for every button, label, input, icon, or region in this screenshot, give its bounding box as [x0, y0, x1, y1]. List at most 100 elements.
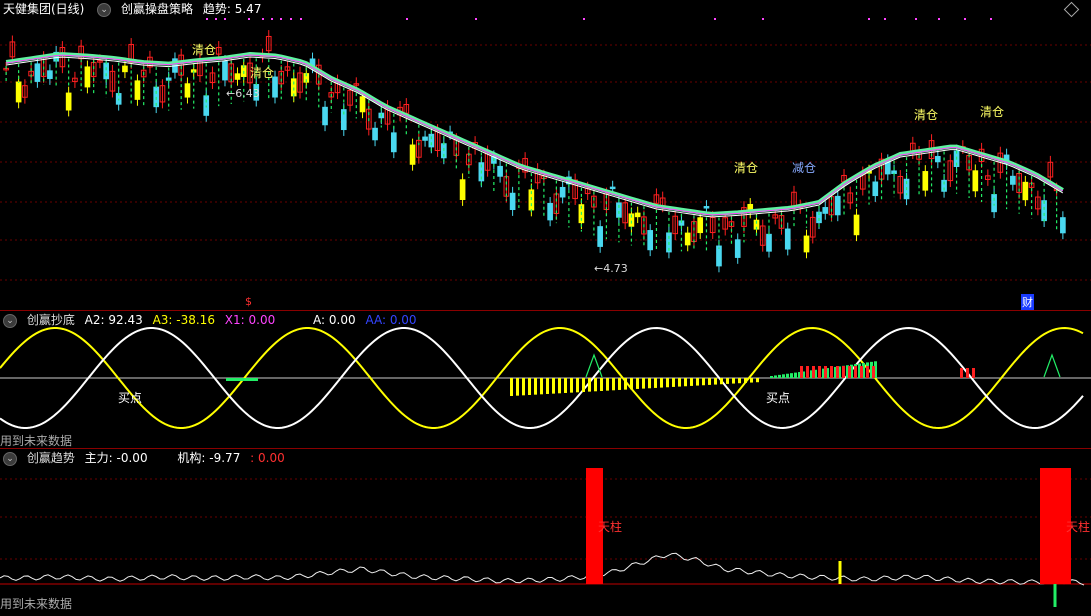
candle-body	[84, 66, 91, 88]
trend-settings-icon[interactable]: ⌄	[3, 451, 17, 466]
stock-title[interactable]: 天健集团(日线)	[3, 2, 84, 16]
signal-dot	[300, 18, 302, 20]
reduce-label: 减仓	[792, 161, 817, 175]
signal-dot	[938, 18, 940, 20]
candle-body	[734, 239, 741, 258]
candle-body	[509, 192, 516, 210]
osc-yellow-bar	[666, 378, 669, 388]
candle-body	[497, 165, 503, 177]
osc-yellow-bar	[630, 378, 633, 390]
osc-yellow-bar	[624, 378, 627, 390]
osc-yellow-bar	[558, 378, 561, 394]
candle-body	[184, 83, 191, 98]
osc-yellow-bar	[732, 378, 735, 384]
osc-green-bar	[778, 374, 781, 378]
osc-name[interactable]: 创赢抄底	[27, 313, 75, 327]
signal-dot	[475, 18, 477, 20]
candle-body	[234, 73, 241, 80]
osc-settings-icon[interactable]: ⌄	[3, 313, 17, 328]
osc-yellow-bar	[708, 378, 711, 385]
signal-dot	[224, 18, 226, 20]
osc-yellow-bar	[642, 378, 645, 389]
osc-yellow-bar	[564, 378, 567, 393]
indicator-name[interactable]: 创赢操盘策略	[121, 2, 193, 16]
trend-jigou: 机构: -9.77	[177, 451, 241, 465]
candle-body	[65, 92, 72, 111]
osc-red-bar	[848, 366, 851, 378]
osc-yellow-bar	[534, 378, 537, 395]
candle-body	[822, 207, 829, 214]
osc-red-bar	[806, 366, 809, 378]
osc-yellow-bar	[684, 378, 687, 387]
osc-green-bar	[770, 376, 773, 378]
trend-zhuli: 主力: -0.00	[84, 451, 148, 465]
candle-body	[634, 212, 641, 218]
indicator-settings-icon[interactable]: ⌄	[97, 2, 112, 17]
trend-name[interactable]: 创赢趋势	[27, 451, 75, 465]
osc-a3: A3: -38.16	[152, 313, 215, 327]
signal-dot	[280, 18, 282, 20]
osc-yellow-bar	[756, 378, 759, 383]
osc-red-bar	[972, 368, 975, 378]
signal-dot	[583, 18, 585, 20]
osc-yellow-bar	[522, 378, 525, 396]
clear-label-4: 清仓	[914, 108, 939, 122]
osc-chart-svg	[0, 327, 1091, 429]
osc-yellow-bar	[714, 378, 717, 385]
s-marker: $	[245, 295, 252, 308]
signal-dot	[884, 18, 886, 20]
osc-yellow-bar	[612, 378, 615, 391]
osc-yellow-bar	[672, 378, 675, 387]
osc-yellow-bar	[654, 378, 657, 388]
osc-red-bar	[966, 368, 969, 378]
candle-body	[134, 80, 141, 100]
candle-body	[290, 78, 297, 97]
osc-red-bar	[818, 366, 821, 378]
trend-pane: ⌄ 创赢趋势 主力: -0.00 机构: -9.77 : 0.00 天柱 天柱 …	[0, 449, 1091, 616]
clear-label-5: 清仓	[980, 105, 1005, 119]
candle-body	[422, 136, 428, 141]
osc-yellow-bar	[540, 378, 543, 395]
osc-future-note: 用到未来数据	[0, 434, 73, 448]
candle-body	[716, 245, 722, 267]
signal-dot	[762, 18, 764, 20]
cai-marker: 财	[1021, 294, 1034, 310]
osc-header: ⌄ 创赢抄底 A2: 92.43 A3: -38.16 X1: 0.00 A: …	[0, 311, 423, 329]
osc-green-bar	[794, 372, 797, 378]
trend-header: ⌄ 创赢趋势 主力: -0.00 机构: -9.77 : 0.00	[0, 449, 291, 467]
osc-yellow-bar	[510, 378, 513, 396]
osc-triangle	[585, 353, 603, 378]
osc-red-bar	[960, 368, 963, 378]
candle-body	[972, 170, 979, 192]
signal-dot	[248, 18, 250, 20]
signal-dot	[271, 18, 273, 20]
candle-body	[372, 127, 378, 141]
osc-yellow-bar	[528, 378, 531, 395]
osc-pane: ⌄ 创赢抄底 A2: 92.43 A3: -38.16 X1: 0.00 A: …	[0, 311, 1091, 448]
osc-yellow-bar	[552, 378, 555, 394]
candle-body	[222, 60, 228, 81]
candle-body	[547, 202, 553, 221]
osc-yellow-bar	[744, 378, 747, 383]
pillar-label-1: 天柱	[598, 520, 623, 534]
price-high-label: ←6.43	[226, 87, 260, 100]
osc-green-bar	[782, 374, 785, 378]
candle-body	[359, 96, 366, 113]
osc-a2: A2: 92.43	[84, 313, 143, 327]
candle-body	[803, 235, 810, 253]
trend-extra: : 0.00	[250, 451, 285, 465]
osc-aa: AA: 0.00	[365, 313, 417, 327]
osc-a: A: 0.00	[313, 313, 356, 327]
osc-yellow-bar	[636, 378, 639, 389]
osc-red-bar	[860, 366, 863, 378]
candle-body	[122, 65, 128, 73]
osc-yellow-bar	[516, 378, 519, 396]
osc-green-bar	[790, 373, 793, 378]
candle-body	[47, 70, 53, 79]
candle-body	[1022, 181, 1029, 201]
signal-dot	[990, 18, 992, 20]
trend-readout: 趋势: 5.47	[202, 2, 262, 16]
osc-yellow-bar	[606, 378, 609, 391]
clear-label-2: 清仓	[250, 66, 275, 80]
candle-body	[597, 226, 603, 247]
